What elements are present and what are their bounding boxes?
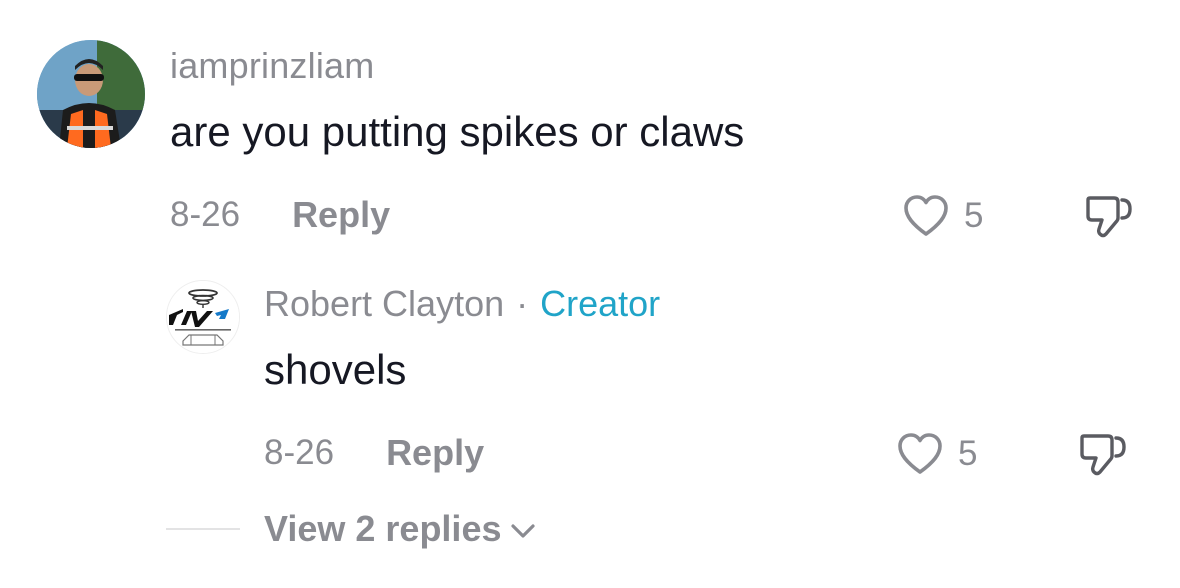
heart-outline-icon (904, 195, 948, 236)
like-count: 5 (958, 434, 978, 473)
comment-text: are you putting spikes or claws (170, 108, 745, 155)
separator-dot: · (516, 283, 529, 324)
like-button[interactable]: 5 (902, 192, 983, 240)
comment-meta: 8-26 Reply (170, 192, 390, 238)
avatar[interactable] (37, 40, 145, 148)
view-replies-button[interactable]: View 2 replies (166, 506, 537, 552)
creator-logo-avatar (167, 281, 239, 353)
comment-item: iamprinzliam are you putting spikes or c… (0, 0, 1180, 260)
thumbs-down-outline-icon[interactable] (1078, 430, 1128, 478)
like-count: 5 (964, 196, 984, 235)
chevron-down-icon (511, 524, 536, 538)
reply-button[interactable]: Reply (386, 430, 484, 476)
reply-meta: 8-26 Reply (264, 430, 484, 476)
avatar[interactable] (166, 280, 240, 354)
reply-button[interactable]: Reply (292, 192, 390, 238)
reply-date: 8-26 (264, 433, 335, 472)
comment-username[interactable]: iamprinzliam (170, 44, 374, 88)
reply-text: shovels (264, 346, 407, 393)
like-button[interactable]: 5 (896, 430, 977, 478)
heart-outline-icon (898, 433, 942, 474)
reply-author-line: Robert Clayton · Creator (264, 282, 660, 326)
reply-username[interactable]: Robert Clayton (264, 282, 504, 326)
comment-date: 8-26 (170, 195, 241, 234)
thread-divider (166, 528, 240, 530)
reply-item: Robert Clayton · Creator shovels 8-26 Re… (0, 270, 1180, 490)
avatar-photo (37, 40, 145, 148)
view-replies-label: View 2 replies (264, 508, 502, 549)
thumbs-down-outline-icon[interactable] (1084, 192, 1134, 240)
creator-badge: Creator (540, 283, 661, 324)
